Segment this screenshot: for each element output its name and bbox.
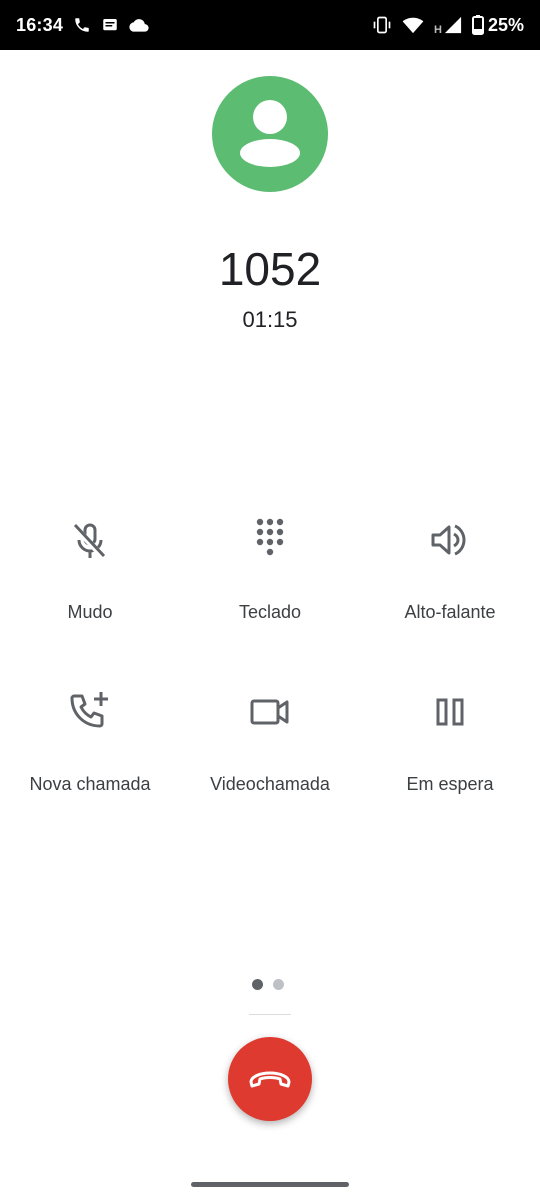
network-type: H	[434, 24, 442, 36]
home-indicator[interactable]	[191, 1182, 349, 1187]
add-call-label: Nova chamada	[29, 774, 151, 794]
speaker-icon	[426, 516, 474, 564]
mute-button[interactable]: Mudo	[0, 516, 180, 646]
speaker-label: Alto-falante	[404, 602, 496, 622]
pause-icon	[426, 688, 474, 736]
person-icon	[240, 100, 300, 167]
cellular-signal-icon	[444, 16, 462, 34]
wifi-icon	[402, 16, 424, 34]
page-indicator	[252, 979, 284, 990]
phone-icon	[73, 16, 91, 34]
vibrate-icon	[372, 16, 392, 34]
battery-icon	[471, 15, 484, 35]
end-call-button[interactable]	[228, 1037, 312, 1121]
status-time: 16:34	[16, 14, 64, 35]
hold-button[interactable]: Em espera	[360, 688, 540, 818]
caller-number: 1052	[218, 243, 322, 295]
page-dot-active[interactable]	[252, 979, 263, 990]
add-call-button[interactable]: Nova chamada	[0, 688, 180, 818]
call-end-icon	[246, 1055, 294, 1103]
battery-percent: 25%	[487, 14, 524, 35]
dialpad-icon	[246, 516, 294, 564]
page-dot-inactive[interactable]	[273, 979, 284, 990]
keypad-label: Teclado	[238, 602, 302, 622]
mic-off-icon	[66, 516, 114, 564]
divider	[249, 1014, 291, 1015]
message-icon	[101, 16, 119, 34]
contact-avatar	[212, 76, 328, 192]
video-call-button[interactable]: Videochamada	[180, 688, 360, 818]
call-timer: 01:15	[242, 307, 298, 332]
videocam-icon	[246, 688, 294, 736]
keypad-button[interactable]: Teclado	[180, 516, 360, 646]
mute-label: Mudo	[67, 602, 113, 622]
add-call-icon	[66, 688, 114, 736]
video-call-label: Videochamada	[210, 774, 330, 794]
hold-label: Em espera	[406, 774, 494, 794]
cloud-icon	[129, 17, 149, 33]
speaker-button[interactable]: Alto-falante	[360, 516, 540, 646]
status-bar: 16:34 H 25%	[0, 0, 540, 50]
